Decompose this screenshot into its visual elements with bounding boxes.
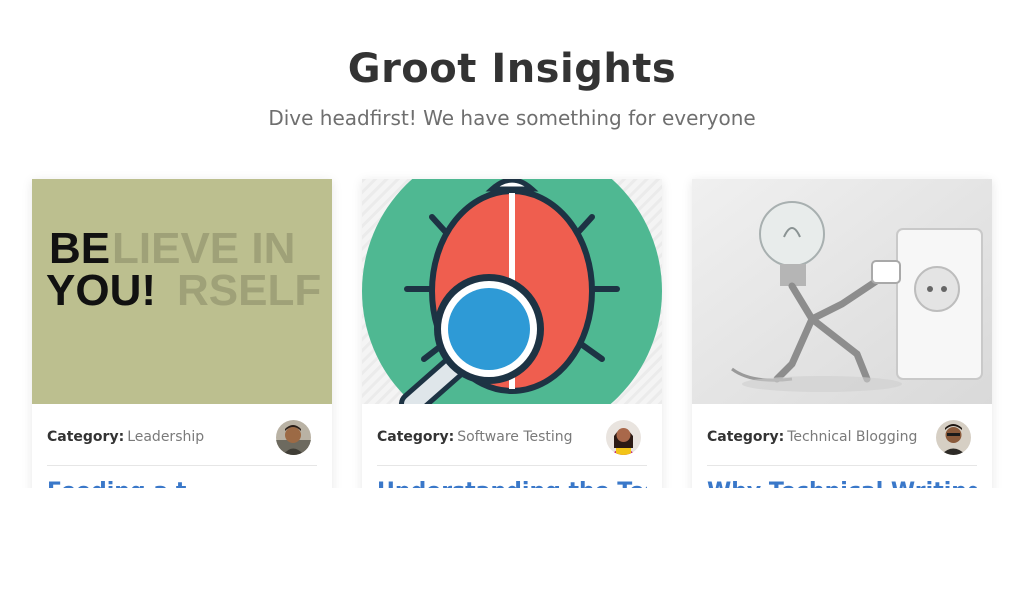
- category-label: Category:: [707, 429, 785, 445]
- section-subtitle: Dive headfirst! We have something for ev…: [268, 106, 756, 130]
- author-avatar[interactable]: [606, 420, 641, 455]
- card-divider: [707, 465, 977, 466]
- viewport-cutoff: [0, 488, 1024, 589]
- blog-card-image[interactable]: BE LIEVE IN YOU! RSELF: [32, 179, 332, 404]
- category-text: Category: Leadership: [47, 429, 204, 445]
- category-value[interactable]: Leadership: [127, 429, 204, 445]
- blog-card-software-testing[interactable]: Category:Software Testing Understanding …: [362, 179, 662, 509]
- category-value[interactable]: Software Testing: [457, 429, 572, 445]
- category-label: Category:: [47, 429, 125, 445]
- card-divider: [47, 465, 317, 466]
- blog-card-image[interactable]: [692, 179, 992, 404]
- lightbulb-robot-image: [692, 179, 992, 404]
- category-value[interactable]: Technical Blogging: [787, 429, 917, 445]
- svg-text:RSELF: RSELF: [177, 266, 321, 315]
- bug-magnifier-image: [362, 179, 662, 404]
- blog-card-technical-blogging[interactable]: Category:Technical Blogging Why Technica…: [692, 179, 992, 509]
- blog-card-meta: Category: Technical Blogging: [707, 420, 977, 456]
- blog-card-leadership[interactable]: BE LIEVE IN YOU! RSELF Category: Leadersh…: [32, 179, 332, 509]
- category-label: Category:: [377, 429, 455, 445]
- believe-in-yourself-image: BE LIEVE IN YOU! RSELF: [32, 179, 332, 404]
- blog-card-meta: Category: Software Testing: [377, 420, 647, 456]
- section-title: Groot Insights: [347, 46, 677, 92]
- blog-card-meta: Category: Leadership: [47, 420, 317, 456]
- category-text: Category: Technical Blogging: [707, 429, 917, 445]
- blog-card-image[interactable]: [362, 179, 662, 404]
- author-avatar[interactable]: [276, 420, 311, 455]
- blog-section: Groot Insights Dive headfirst! We have s…: [0, 0, 1024, 589]
- category-text: Category: Software Testing: [377, 429, 573, 445]
- author-avatar[interactable]: [936, 420, 971, 455]
- svg-text:YOU!: YOU!: [46, 266, 156, 315]
- card-divider: [377, 465, 647, 466]
